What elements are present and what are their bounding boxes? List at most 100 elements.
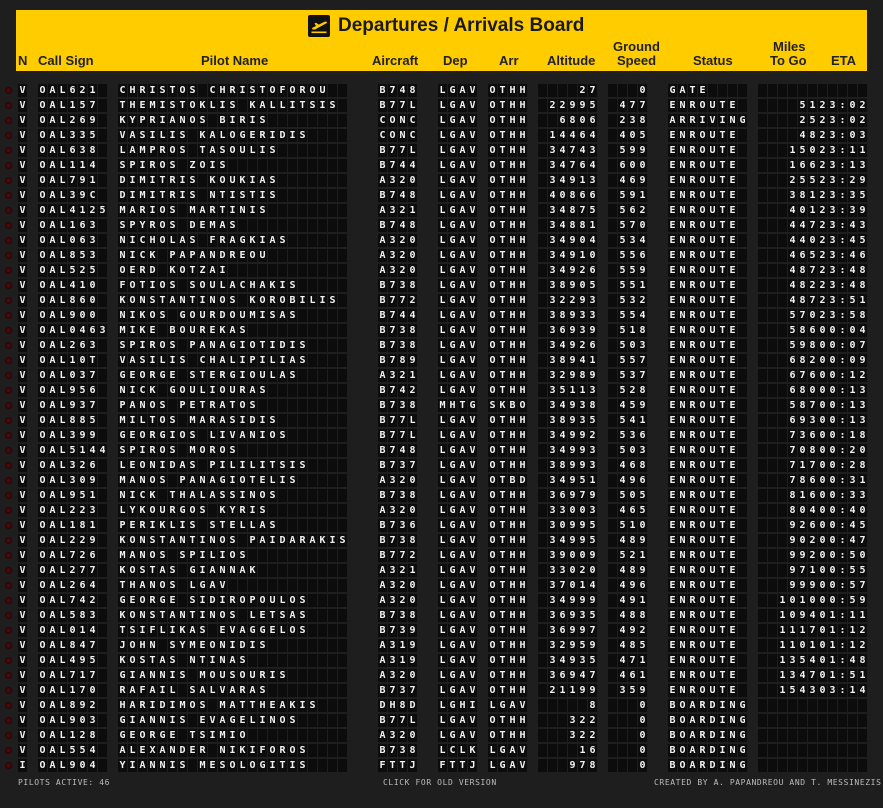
call-sign-cell: OAL742 (38, 594, 108, 607)
aircraft-cell: A321 (378, 204, 417, 217)
altitude-cell: 38935 (538, 414, 598, 427)
arr-airport-cell: OTHH (488, 189, 527, 202)
nav-indicator-cell: V (18, 264, 27, 277)
table-row: V OAL860 KONSTANTINOS KOROBILIS B772 LGAV O… (5, 294, 867, 309)
eta-cell (818, 759, 868, 772)
aircraft-cell: B739 (378, 624, 417, 637)
miles-to-go-cell: 487 (758, 264, 818, 277)
ground-speed-cell: 465 (608, 504, 648, 517)
dep-airport-cell: LGHI (438, 699, 477, 712)
status-cell: ENROUTE (668, 324, 748, 337)
eta-cell: 23:02 (818, 99, 867, 112)
miles-to-go-cell (758, 84, 818, 97)
ground-speed-cell: 359 (608, 684, 648, 697)
arr-airport-cell: LGAV (488, 744, 527, 757)
altitude-cell: 34992 (538, 429, 598, 442)
altitude-cell: 34935 (538, 654, 598, 667)
pilot-name-cell: SPIROS MOROS (118, 444, 348, 457)
table-row: V OAL847 JOHN SYMEONIDIS A319 LGAV OTHH 329… (5, 639, 867, 654)
miles-to-go-cell: 1101 (758, 639, 818, 652)
status-cell: ENROUTE (668, 399, 748, 412)
pilot-name-cell: PERIKLIS STELLAS (118, 519, 348, 532)
altitude-cell: 37014 (538, 579, 598, 592)
call-sign-cell: OAL956 (38, 384, 108, 397)
ground-speed-cell: 557 (608, 354, 648, 367)
status-led-icon (5, 282, 12, 289)
eta-cell: 00:55 (818, 564, 867, 577)
call-sign-cell: OAL269 (38, 114, 108, 127)
call-sign-cell: OAL0463 (38, 324, 107, 337)
status-cell: ENROUTE (668, 99, 748, 112)
miles-to-go-cell: 717 (758, 459, 818, 472)
table-row: V OAL621 CHRISTOS CHRISTOFOROU B748 LGAV OT… (5, 84, 867, 99)
status-cell: ENROUTE (668, 624, 748, 637)
status-cell: ENROUTE (668, 354, 748, 367)
aircraft-cell: A320 (378, 474, 417, 487)
nav-indicator-cell: V (18, 294, 27, 307)
nav-indicator-cell: V (18, 654, 27, 667)
arr-airport-cell: OTHH (488, 84, 527, 97)
status-led-icon (5, 462, 12, 469)
call-sign-cell: OAL014 (38, 624, 108, 637)
status-led-icon (5, 417, 12, 424)
aircraft-cell: B737 (378, 684, 417, 697)
aircraft-cell: B738 (378, 339, 417, 352)
pilot-name-cell: NIKOS GOURDOUMISAS (118, 309, 348, 322)
dep-airport-cell: LGAV (438, 114, 477, 127)
nav-indicator-cell: V (18, 339, 27, 352)
col-header-altitude: Altitude (547, 53, 596, 68)
ground-speed-cell: 534 (608, 234, 648, 247)
call-sign-cell: OAL181 (38, 519, 108, 532)
nav-indicator-cell: V (18, 669, 27, 682)
altitude-cell: 33020 (538, 564, 598, 577)
status-led-icon (5, 747, 12, 754)
status-led-icon (5, 612, 12, 619)
altitude-cell: 39009 (538, 549, 598, 562)
status-cell: BOARDING (668, 714, 747, 727)
dep-airport-cell: LGAV (438, 624, 477, 637)
table-row: V OAL128 GEORGE TSIMIO A320 LGAV OTHH 322 0… (5, 729, 867, 744)
status-led-icon (5, 192, 12, 199)
call-sign-cell: OAL495 (38, 654, 108, 667)
arr-airport-cell: OTHH (488, 624, 527, 637)
call-sign-cell: OAL4125 (38, 204, 107, 217)
table-row: V OAL181 PERIKLIS STELLAS B736 LGAV OTHH 30… (5, 519, 867, 534)
ground-speed-cell: 496 (608, 579, 648, 592)
altitude-cell: 16 (538, 744, 598, 757)
table-row: V OAL885 MILTOS MARASIDIS B77L LGAV OTHH 38… (5, 414, 867, 429)
call-sign-cell: OAL791 (38, 174, 108, 187)
dep-airport-cell: LGAV (438, 174, 477, 187)
dep-airport-cell: LGAV (438, 384, 477, 397)
call-sign-cell: OAL847 (38, 639, 108, 652)
status-cell: ENROUTE (668, 669, 748, 682)
ground-speed-cell: 537 (608, 369, 648, 382)
nav-indicator-cell: V (18, 474, 27, 487)
aircraft-cell: B736 (378, 519, 417, 532)
table-row: V OAL717 GIANNIS MOUSOURIS A320 LGAV OTHH 3… (5, 669, 867, 684)
altitude-cell: 36947 (538, 669, 598, 682)
nav-indicator-cell: V (18, 579, 27, 592)
status-cell: ENROUTE (668, 489, 748, 502)
ground-speed-cell: 0 (608, 84, 648, 97)
table-row: V OAL229 KONSTANTINOS PAIDARAKIS B738 LGAV O… (5, 534, 867, 549)
col-header-aircraft: Aircraft (372, 53, 419, 68)
dep-airport-cell: LGAV (438, 534, 477, 547)
altitude-cell: 38905 (538, 279, 598, 292)
nav-indicator-cell: V (18, 309, 27, 322)
flight-board: Departures / Arrivals Board N Call Sign … (5, 10, 868, 774)
ground-speed-cell: 0 (608, 744, 648, 757)
call-sign-cell: OAL937 (38, 399, 108, 412)
nav-indicator-cell: V (18, 159, 27, 172)
miles-to-go-cell (758, 759, 818, 772)
miles-to-go-cell: 25 (758, 114, 818, 127)
aircraft-cell: B772 (378, 294, 417, 307)
status-led-icon (5, 432, 12, 439)
status-cell: ENROUTE (668, 339, 748, 352)
eta-cell: 00:18 (818, 429, 867, 442)
status-cell: ENROUTE (668, 219, 748, 232)
arr-airport-cell: OTHH (488, 459, 527, 472)
old-version-link[interactable]: CLICK FOR OLD VERSION (383, 778, 497, 787)
altitude-cell: 34951 (538, 474, 598, 487)
eta-cell: 01:11 (818, 609, 867, 622)
dep-airport-cell: LGAV (438, 654, 477, 667)
